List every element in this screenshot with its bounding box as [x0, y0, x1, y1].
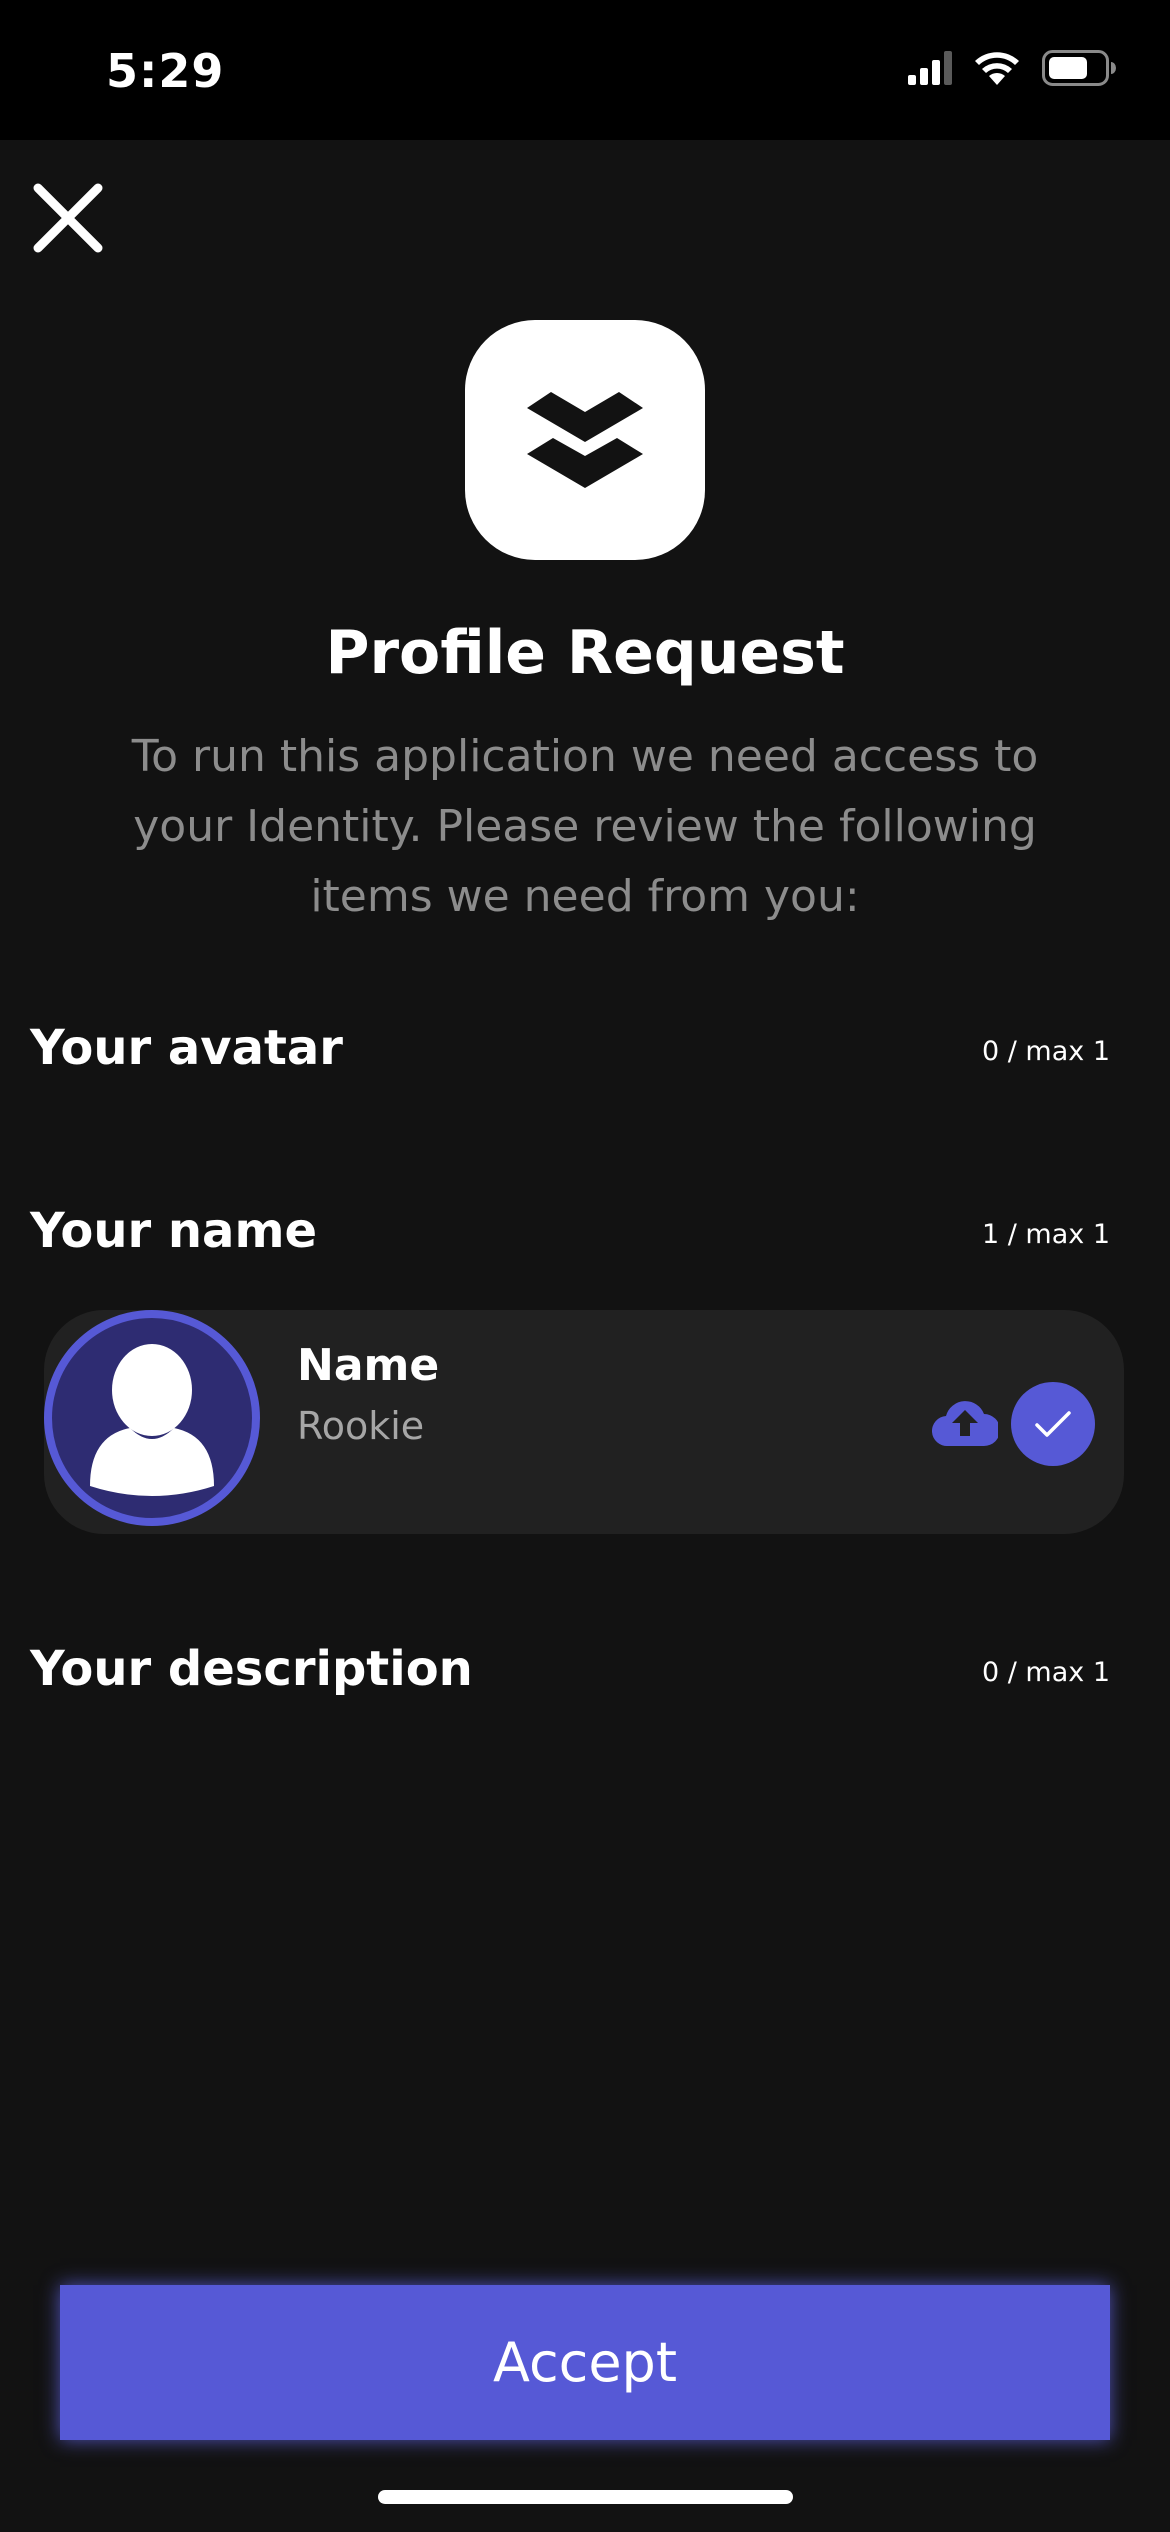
section-count-description: 0 / max 1	[981, 1657, 1110, 1688]
accept-button[interactable]: Accept	[60, 2285, 1110, 2440]
close-button[interactable]	[32, 182, 104, 254]
cellular-signal-icon	[908, 51, 952, 85]
page-title: Profile Request	[325, 618, 845, 688]
avatar	[44, 1310, 260, 1526]
section-heading-description: Your description	[30, 1641, 473, 1697]
status-icons	[908, 50, 1116, 86]
cloud-upload-icon	[931, 1401, 1000, 1447]
section-heading-avatar: Your avatar	[30, 1020, 343, 1076]
app-logo	[465, 320, 705, 560]
status-time: 5:29	[106, 44, 225, 98]
section-heading-name: Your name	[30, 1203, 318, 1259]
checkmark-icon	[1035, 1411, 1071, 1437]
section-count-name: 1 / max 1	[981, 1219, 1110, 1250]
battery-icon	[1042, 50, 1116, 86]
home-indicator[interactable]	[378, 2490, 793, 2504]
select-check-button[interactable]	[1011, 1382, 1095, 1466]
status-bar: 5:29	[0, 0, 1170, 140]
section-count-avatar: 0 / max 1	[981, 1036, 1110, 1067]
card-value: Rookie	[297, 1404, 425, 1448]
page-subtitle: To run this application we need access t…	[131, 731, 1039, 922]
layers-logo-icon	[527, 392, 643, 488]
card-label: Name	[297, 1340, 440, 1391]
wifi-icon	[974, 51, 1020, 85]
name-identity-card[interactable]: Name Rookie	[44, 1310, 1124, 1534]
close-icon	[33, 183, 103, 253]
cloud-upload-button[interactable]	[931, 1392, 1000, 1448]
user-silhouette-icon	[90, 1344, 214, 1496]
